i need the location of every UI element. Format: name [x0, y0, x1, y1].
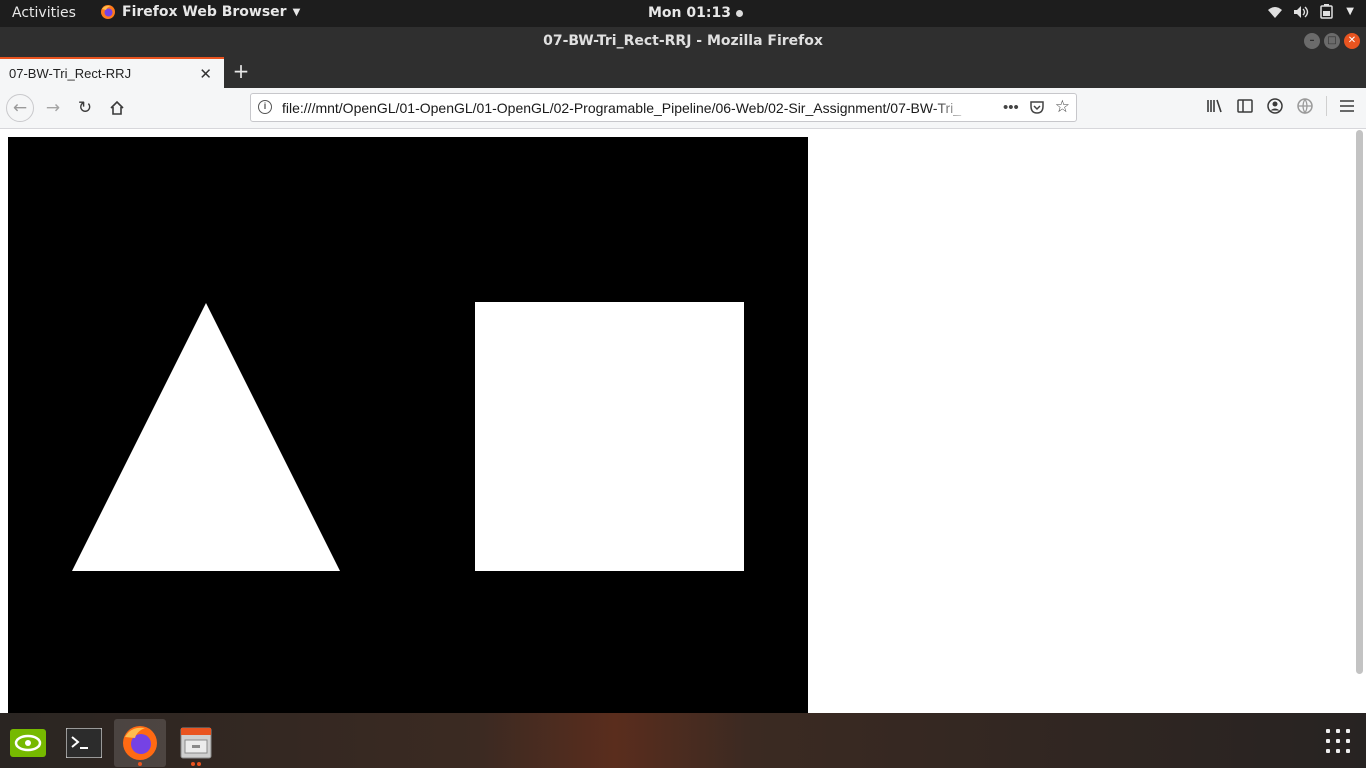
terminal-icon: [66, 728, 102, 758]
firefox-icon: [123, 726, 157, 760]
hamburger-menu-icon[interactable]: [1339, 99, 1355, 113]
system-tray[interactable]: ▼: [1267, 4, 1354, 19]
running-indicator: [197, 762, 201, 766]
firefox-icon: [101, 5, 115, 19]
window-title: 07-BW-Tri_Rect-RRJ - Mozilla Firefox: [543, 33, 823, 49]
page-content: [0, 129, 1366, 713]
reload-button[interactable]: ↻: [72, 96, 98, 120]
home-button[interactable]: [104, 96, 130, 120]
running-indicator: [191, 762, 195, 766]
clock-text: Mon 01:13: [648, 5, 731, 21]
grid-dot: [1346, 749, 1350, 753]
page-actions-menu-icon[interactable]: •••: [1003, 99, 1019, 116]
account-icon[interactable]: [1266, 97, 1284, 115]
webgl-canvas[interactable]: [8, 137, 808, 713]
volume-icon: [1294, 5, 1309, 18]
maximize-button[interactable]: □: [1324, 33, 1340, 49]
white-triangle: [72, 303, 340, 571]
minimize-icon: –: [1309, 35, 1315, 46]
reload-icon: ↻: [77, 98, 93, 118]
dock-item-files[interactable]: [170, 719, 222, 767]
activities-button[interactable]: Activities: [12, 5, 76, 21]
back-arrow-icon: ←: [12, 98, 28, 118]
canvas-drawing: [72, 302, 744, 571]
window-title-bar[interactable]: 07-BW-Tri_Rect-RRJ - Mozilla Firefox – □…: [0, 27, 1366, 55]
wifi-icon: [1268, 6, 1283, 18]
grid-dot: [1326, 739, 1330, 743]
grid-dot: [1336, 729, 1340, 733]
globe-icon[interactable]: [1296, 97, 1314, 115]
grid-dot: [1336, 739, 1340, 743]
new-tab-button[interactable]: +: [231, 61, 251, 81]
app-menu[interactable]: Firefox Web Browser ▼: [100, 4, 300, 20]
navigation-toolbar: ← → ↻ i file:///mnt/OpenGL/01-OpenGL/01-…: [0, 88, 1366, 129]
dropdown-arrow-icon: ▼: [292, 6, 301, 18]
show-applications-button[interactable]: [1326, 729, 1350, 753]
url-bar[interactable]: i file:///mnt/OpenGL/01-OpenGL/01-OpenGL…: [250, 93, 1077, 122]
gnome-top-bar: Activities Firefox Web Browser ▼ Mon 01:…: [0, 0, 1366, 27]
pocket-icon[interactable]: [1029, 99, 1045, 115]
toolbar-right: [1206, 96, 1366, 116]
grid-dot: [1346, 729, 1350, 733]
running-indicator: [138, 762, 142, 766]
window-controls: – □ ✕: [1304, 33, 1360, 49]
site-info-icon[interactable]: i: [258, 100, 272, 114]
sidebar-icon[interactable]: [1236, 98, 1254, 114]
close-icon: ✕: [1347, 35, 1357, 46]
page-actions: ••• ☆: [1003, 97, 1070, 117]
maximize-icon: □: [1327, 35, 1337, 46]
app-menu-label: Firefox Web Browser: [122, 4, 287, 20]
bookmark-star-icon[interactable]: ☆: [1055, 97, 1070, 117]
home-icon: [110, 100, 124, 115]
grid-dot: [1326, 749, 1330, 753]
url-fade: [931, 94, 971, 121]
close-window-button[interactable]: ✕: [1344, 33, 1360, 49]
nvidia-icon: [10, 729, 46, 757]
grid-dot: [1336, 749, 1340, 753]
url-text[interactable]: file:///mnt/OpenGL/01-OpenGL/01-OpenGL/0…: [282, 100, 962, 116]
vertical-scrollbar[interactable]: [1356, 130, 1363, 674]
dock-item-firefox[interactable]: [114, 719, 166, 767]
toolbar-separator: [1326, 96, 1327, 116]
system-menu-arrow-icon: ▼: [1346, 6, 1354, 17]
back-button[interactable]: ←: [6, 94, 34, 122]
notification-dot-icon: [735, 9, 743, 17]
tab-active[interactable]: 07-BW-Tri_Rect-RRJ ✕: [0, 57, 224, 88]
library-icon[interactable]: [1206, 98, 1224, 114]
tab-label: 07-BW-Tri_Rect-RRJ: [9, 66, 132, 81]
file-cabinet-icon: [180, 727, 212, 759]
white-rectangle: [475, 302, 744, 571]
forward-button[interactable]: →: [40, 96, 66, 120]
minimize-button[interactable]: –: [1304, 33, 1320, 49]
grid-dot: [1326, 729, 1330, 733]
dock: [0, 713, 1366, 768]
dock-item-nvidia[interactable]: [2, 719, 54, 767]
clock[interactable]: Mon 01:13: [648, 5, 743, 21]
grid-dot: [1346, 739, 1350, 743]
tab-close-icon[interactable]: ✕: [199, 65, 212, 83]
battery-icon: [1320, 4, 1334, 19]
forward-arrow-icon: →: [45, 98, 61, 118]
plus-icon: +: [232, 59, 250, 83]
dock-item-terminal[interactable]: [58, 719, 110, 767]
tab-strip: 07-BW-Tri_Rect-RRJ ✕: [0, 55, 1366, 88]
